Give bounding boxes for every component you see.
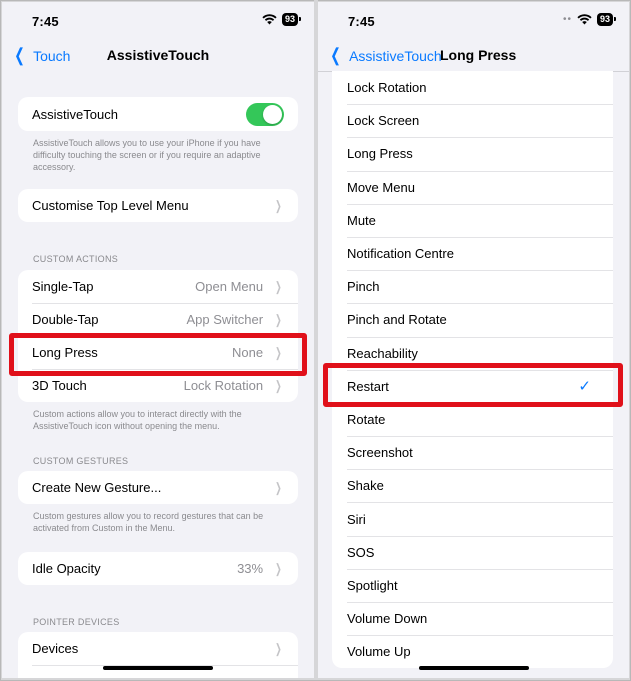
wifi-icon: [262, 14, 277, 25]
option-label: Siri: [347, 511, 366, 527]
status-time: 7:45: [348, 14, 375, 29]
status-icons: •• 93: [562, 13, 617, 26]
long-press-option-row[interactable]: Lock Rotation: [332, 71, 613, 104]
long-press-option-row[interactable]: Pinch and Rotate: [332, 303, 613, 336]
option-label: Long Press: [347, 146, 413, 162]
status-bar: 7:45 93: [2, 2, 314, 40]
option-label: Shake: [347, 478, 384, 494]
long-press-option-row[interactable]: Screenshot: [332, 436, 613, 469]
long-press-option-row[interactable]: Long Press: [332, 137, 613, 170]
double-tap-row[interactable]: Double-Tap App Switcher ❯: [18, 303, 298, 336]
option-label: Spotlight: [347, 577, 398, 593]
signal-dots-icon: ••: [562, 14, 572, 25]
pointer-devices-group: Devices ❯: [18, 632, 298, 678]
status-time: 7:45: [32, 14, 59, 29]
long-press-option-row[interactable]: SOS: [332, 535, 613, 569]
long-press-option-row[interactable]: Siri: [332, 502, 613, 535]
chevron-right-icon: ❯: [275, 377, 282, 393]
option-label: SOS: [347, 544, 375, 560]
single-tap-row[interactable]: Single-Tap Open Menu ❯: [18, 270, 298, 303]
chevron-left-icon: ❮: [330, 45, 341, 65]
chevron-right-icon: ❯: [275, 640, 282, 656]
status-icons: 93: [262, 13, 302, 26]
long-press-option-row[interactable]: Pinch: [332, 270, 613, 303]
custom-actions-header: CUSTOM ACTIONS: [33, 254, 119, 264]
status-bar: 7:45 •• 93: [318, 2, 629, 40]
action-value: Lock Rotation: [183, 378, 264, 393]
battery-icon: 93: [596, 13, 617, 26]
action-value: Open Menu: [195, 279, 264, 294]
home-indicator: [418, 666, 529, 670]
create-gesture-label: Create New Gesture...: [32, 480, 162, 495]
long-press-option-row[interactable]: Shake: [332, 469, 613, 502]
long-press-option-row[interactable]: Rotate: [332, 402, 613, 436]
option-label: Screenshot: [347, 445, 413, 461]
action-value: App Switcher: [186, 312, 264, 327]
custom-gestures-group: Create New Gesture... ❯: [18, 471, 298, 504]
option-label: Volume Down: [347, 611, 428, 627]
chevron-right-icon: ❯: [275, 278, 282, 294]
chevron-right-icon: ❯: [275, 560, 282, 576]
option-label: Mute: [347, 212, 376, 228]
action-label: Double-Tap: [32, 312, 99, 327]
option-label: Notification Centre: [347, 246, 454, 262]
long-press-option-row[interactable]: Notification Centre: [332, 236, 613, 270]
option-label: Reachability: [347, 345, 418, 361]
pointer-devices-header: POINTER DEVICES: [33, 617, 120, 627]
idle-opacity-label: Idle Opacity: [32, 561, 101, 576]
chevron-right-icon: ❯: [275, 197, 282, 213]
devices-label: Devices: [32, 641, 79, 656]
back-button[interactable]: ❮ AssistiveTouch: [328, 45, 442, 66]
option-label: Rotate: [347, 411, 386, 427]
long-press-option-row[interactable]: Mute: [332, 203, 613, 237]
devices-row[interactable]: Devices ❯: [18, 632, 298, 665]
long-press-highlight: [9, 333, 307, 376]
idle-opacity-row[interactable]: Idle Opacity 33% ❯: [18, 552, 298, 585]
navigation-bar: ❮ AssistiveTouch Long Press: [318, 38, 629, 72]
long-press-option-row[interactable]: Volume Up: [332, 635, 613, 668]
idle-opacity-value: 33%: [237, 561, 264, 576]
assistivetouch-footnote: AssistiveTouch allows you to use your iP…: [33, 138, 261, 172]
custom-gestures-footnote: Custom gestures allow you to record gest…: [33, 511, 264, 533]
assistivetouch-screen: 7:45 93 ❮ Touch AssistiveTouch Assistive…: [2, 2, 314, 678]
option-label: Lock Rotation: [347, 80, 427, 96]
option-label: Move Menu: [347, 179, 415, 195]
create-gesture-row[interactable]: Create New Gesture... ❯: [18, 471, 298, 504]
assistivetouch-toggle[interactable]: [246, 102, 284, 126]
assistivetouch-label: AssistiveTouch: [32, 106, 118, 122]
toggle-knob: [263, 104, 282, 124]
chevron-right-icon: ❯: [275, 479, 282, 495]
action-label: Single-Tap: [32, 279, 94, 294]
long-press-screen: 7:45 •• 93 ❮ AssistiveTouch Long Press L…: [318, 2, 629, 678]
restart-highlight: [323, 363, 623, 407]
action-label: 3D Touch: [32, 378, 87, 393]
page-title: AssistiveTouch: [106, 47, 210, 63]
option-label: Pinch and Rotate: [347, 312, 447, 328]
page-title: Long Press: [440, 47, 517, 63]
back-label: AssistiveTouch: [349, 47, 442, 64]
long-press-option-row[interactable]: Volume Down: [332, 602, 613, 635]
long-press-option-row[interactable]: Lock Screen: [332, 104, 613, 137]
option-label: Pinch: [347, 279, 380, 295]
battery-icon: 93: [281, 13, 302, 26]
option-label: Volume Up: [347, 644, 411, 660]
chevron-right-icon: ❯: [275, 311, 282, 327]
assistivetouch-group: AssistiveTouch: [18, 97, 298, 131]
option-label: Lock Screen: [347, 113, 420, 129]
long-press-option-row[interactable]: Move Menu: [332, 170, 613, 204]
wifi-icon: [577, 14, 592, 25]
assistivetouch-row: AssistiveTouch: [18, 97, 298, 131]
customise-menu-label: Customise Top Level Menu: [32, 198, 189, 213]
navigation-bar: ❮ Touch AssistiveTouch: [2, 38, 314, 70]
home-indicator: [103, 666, 213, 670]
idle-opacity-group: Idle Opacity 33% ❯: [18, 552, 298, 585]
custom-actions-footnote: Custom actions allow you to interact dir…: [33, 409, 242, 431]
long-press-option-row[interactable]: Spotlight: [332, 568, 613, 602]
custom-gestures-header: CUSTOM GESTURES: [33, 456, 129, 466]
customise-menu-row[interactable]: Customise Top Level Menu ❯: [18, 189, 298, 222]
customise-group: Customise Top Level Menu ❯: [18, 189, 298, 222]
